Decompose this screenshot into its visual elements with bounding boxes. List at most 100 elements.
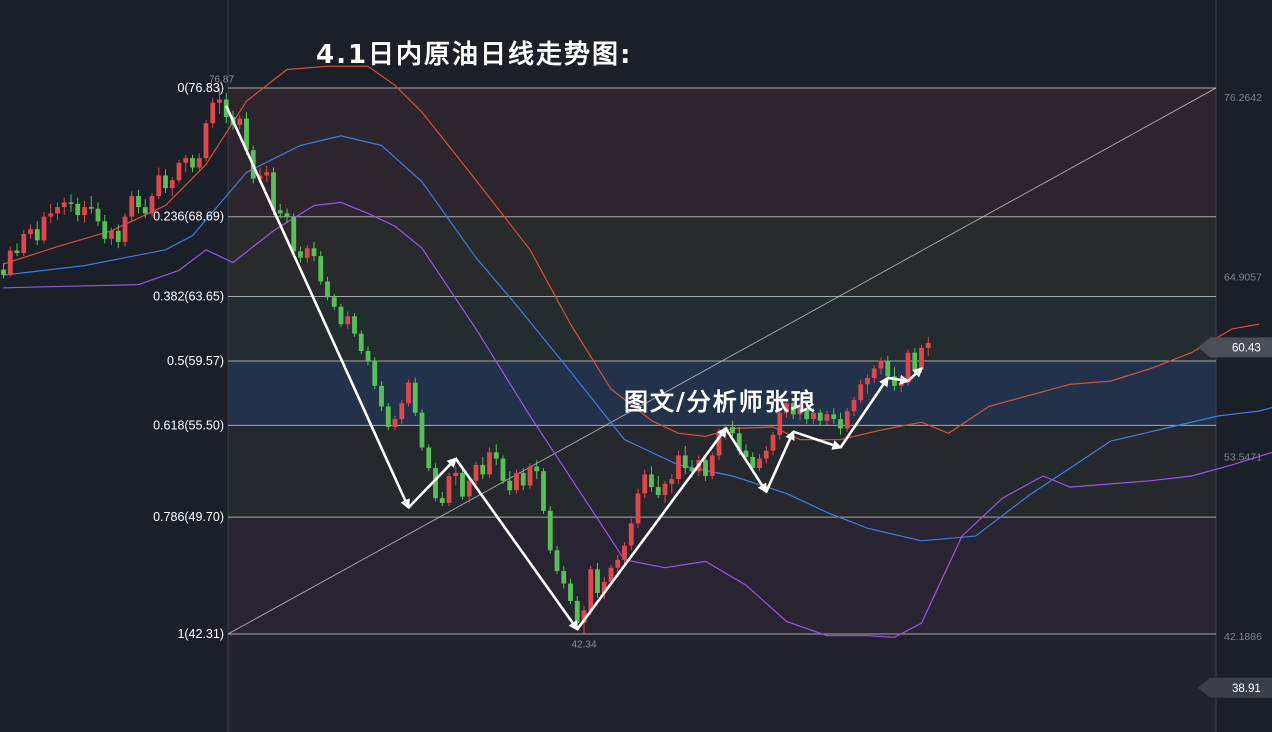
candle-body (912, 352, 918, 371)
candle (514, 469, 519, 494)
candle-body (345, 316, 351, 325)
candle-body (419, 412, 425, 448)
candle (385, 403, 391, 431)
candle-body (34, 229, 40, 241)
candle-body (649, 474, 654, 488)
candle (446, 472, 452, 507)
fib-level-label: 1(42.31) (177, 627, 224, 641)
candle-body (554, 550, 560, 571)
candle-body (358, 333, 364, 352)
fib-level-label: 0.382(63.65) (153, 289, 224, 303)
candle-body (136, 196, 141, 208)
candle (547, 506, 553, 554)
fib-level-label: 0.5(59.57) (167, 354, 224, 368)
fib-level-label: 0.786(49.70) (153, 510, 224, 524)
candle (129, 191, 135, 222)
candle-body (1, 269, 6, 276)
candle-body (919, 347, 924, 371)
candle-body (318, 256, 324, 282)
candle-body (851, 400, 857, 412)
candle-body (385, 406, 391, 427)
candle-body (412, 382, 418, 413)
price-axis-label: 76.2642 (1224, 92, 1262, 104)
candle (55, 202, 60, 220)
candle (460, 468, 465, 500)
fib-level-label: 0.236(68.69) (153, 210, 224, 224)
candle-body (88, 207, 94, 209)
candle-body (68, 202, 74, 204)
candle-body (102, 221, 108, 239)
candle (500, 455, 506, 484)
candle (844, 407, 850, 432)
candle-body (183, 158, 189, 163)
candle-body (844, 411, 850, 429)
candle-body (406, 382, 411, 404)
candle-body (325, 281, 330, 298)
candle-body (466, 480, 472, 497)
candle-body (527, 466, 533, 486)
fib-level-label: 0.618(55.50) (153, 418, 224, 432)
candle-body (399, 403, 405, 420)
candle (676, 450, 681, 484)
candle (358, 330, 364, 355)
candle-body (925, 343, 931, 348)
candle-body (453, 472, 459, 476)
current-price-badge-text: 60.43 (1232, 342, 1261, 354)
candle-body (217, 99, 222, 103)
candle (122, 213, 128, 247)
current-price-badge: 60.43 (1198, 337, 1272, 358)
price-axis-label: 42.1886 (1224, 631, 1262, 643)
fib-zone (228, 296, 1216, 361)
candle-body (304, 248, 310, 258)
fib-zone-below (228, 634, 1216, 732)
candle-body (831, 414, 837, 420)
fib-zone (228, 88, 1216, 217)
candle-body (176, 162, 182, 181)
candle-body (460, 472, 465, 497)
candle (21, 230, 27, 257)
candle-body (311, 248, 317, 257)
candle (372, 357, 378, 389)
candle-body (190, 158, 195, 168)
candle (426, 444, 432, 472)
candle (169, 177, 175, 197)
candle-body (561, 570, 567, 584)
candle-body (487, 452, 492, 475)
candle-body (142, 207, 148, 214)
price-axis-label: 53.5471 (1224, 451, 1262, 463)
candle-body (331, 297, 337, 307)
candle (88, 196, 94, 214)
candle (82, 200, 87, 223)
candle-body (824, 414, 830, 421)
candle-body (763, 450, 769, 459)
candle-body (628, 523, 634, 546)
chart-title: 4.1日内原油日线走势图: (316, 40, 633, 70)
price-axis-label: 64.9057 (1224, 272, 1262, 284)
candle (176, 159, 182, 184)
candle-body (770, 434, 776, 451)
candle (541, 468, 546, 514)
candle-body (817, 412, 823, 421)
fib-zone (228, 517, 1216, 634)
candle-body (55, 207, 60, 214)
candle-body (703, 460, 708, 476)
candle-body (669, 479, 675, 484)
candle (61, 197, 67, 216)
candle (419, 409, 425, 451)
candle-body (115, 230, 121, 242)
candle (14, 243, 20, 257)
candle (709, 452, 715, 480)
candle-body (122, 216, 128, 242)
candle-body (156, 175, 162, 197)
candle-body (14, 250, 20, 253)
candle-body (291, 216, 297, 252)
candle-body (82, 207, 87, 216)
candle (102, 215, 108, 244)
candle (156, 167, 162, 200)
swing-low-label: 42.34 (571, 640, 596, 651)
candle-body (655, 487, 661, 495)
candle-body (21, 233, 27, 253)
candle (635, 488, 641, 529)
candle (318, 251, 324, 285)
candle-body (615, 559, 621, 568)
